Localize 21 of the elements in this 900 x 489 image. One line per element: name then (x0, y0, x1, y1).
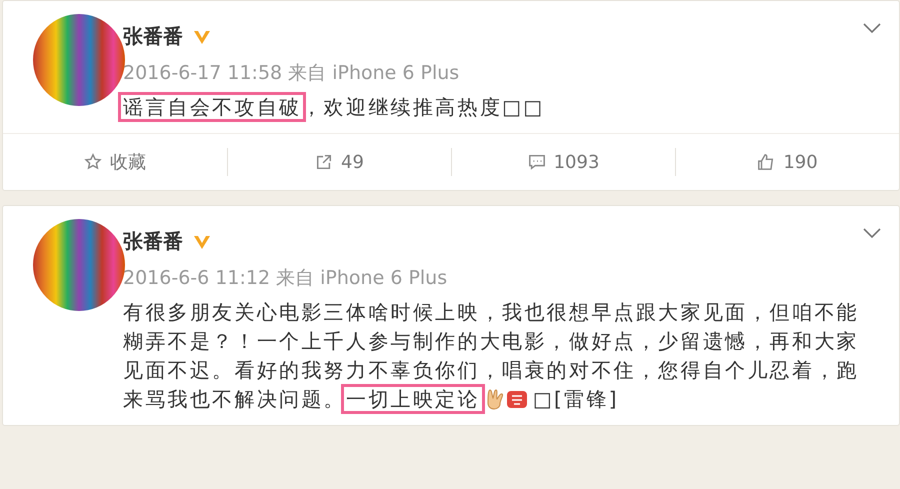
post-text: 谣言自会不攻自破 (118, 92, 306, 122)
author-name[interactable]: 张番番 (123, 23, 183, 50)
post-text: □[雷锋] (532, 386, 620, 412)
chevron-down-icon[interactable] (863, 23, 881, 33)
share-icon (315, 153, 334, 171)
post-text: 有很多朋友关心电影三体啥时候上映，我也很想早点跟大家见面，但咱不能 (122, 298, 860, 326)
author-name[interactable]: 张番番 (123, 228, 183, 255)
action-label[interactable]: 收藏 (110, 150, 146, 174)
post-meta: 2016-6-6 11:12 来自 iPhone 6 Plus (123, 266, 448, 291)
chevron-down-icon[interactable] (863, 228, 881, 238)
post-text: 一切上映定论 (341, 384, 485, 414)
star-icon (84, 153, 102, 171)
thumbs-up-icon (757, 153, 776, 171)
post-text: 见面不迟。看好的我努力不辜负你们，唱衰的对不住，您得自个儿忍着，跑 (122, 356, 860, 384)
action-label[interactable]: 49 (341, 152, 364, 172)
action-label[interactable]: 1093 (554, 152, 600, 172)
comment-icon (528, 153, 546, 171)
action-label[interactable]: 190 (783, 152, 818, 172)
post-text: 糊弄不是？！一个上千人参与制作的大电影，做好点，少留遗憾，再和大家 (122, 328, 860, 354)
hand-emoji-icon (486, 388, 506, 410)
post-meta: 2016-6-17 11:58 来自 iPhone 6 Plus (123, 61, 460, 86)
